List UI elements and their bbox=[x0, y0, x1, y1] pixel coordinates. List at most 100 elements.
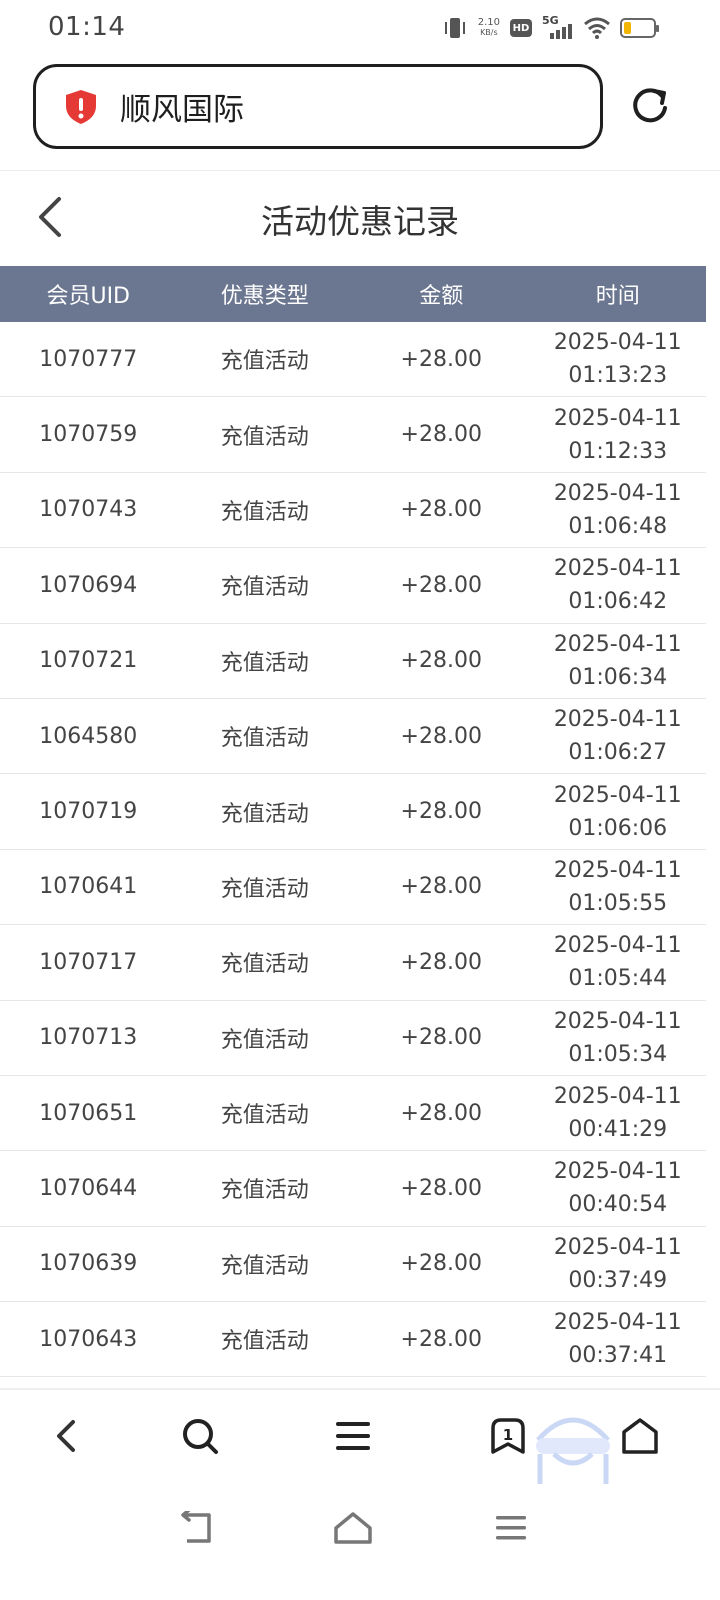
table-row: 1070694 充值活动 +28.00 2025-04-11 01:06:42 bbox=[0, 548, 707, 624]
uid-cell: 1070721 bbox=[39, 648, 138, 674]
status-time: 01:14 bbox=[48, 12, 126, 42]
table-header: 会员UID 优惠类型 金额 时间 bbox=[0, 266, 706, 322]
type-cell: 充值活动 bbox=[220, 349, 309, 375]
time-cell: 2025-04-11 00:37:49 bbox=[530, 1231, 707, 1297]
column-header-type: 优惠类型 bbox=[220, 284, 309, 309]
address-bar[interactable]: 顺风国际 bbox=[33, 64, 603, 149]
address-text: 顺风国际 bbox=[120, 92, 244, 128]
reload-icon[interactable] bbox=[628, 84, 672, 128]
table-row: 1070651 充值活动 +28.00 2025-04-11 00:41:29 bbox=[0, 1076, 707, 1152]
type-cell: 充值活动 bbox=[220, 1178, 309, 1204]
date-text: 2025-04-11 bbox=[553, 631, 682, 657]
date-text: 2025-04-11 bbox=[553, 707, 682, 733]
system-back-button[interactable] bbox=[172, 1508, 222, 1548]
time-cell: 2025-04-11 01:06:48 bbox=[530, 477, 707, 543]
clock-text: 01:06:42 bbox=[568, 589, 668, 615]
amount-cell: +28.00 bbox=[400, 1326, 482, 1352]
time-cell: 2025-04-11 01:05:44 bbox=[530, 929, 707, 995]
date-text: 2025-04-11 bbox=[553, 1084, 682, 1110]
uid-cell: 1070713 bbox=[39, 1025, 138, 1051]
clock-text: 00:41:29 bbox=[568, 1117, 668, 1143]
table-row: 1070777 充值活动 +28.00 2025-04-11 01:13:23 bbox=[0, 322, 707, 398]
system-recents-button[interactable] bbox=[486, 1508, 536, 1548]
amount-cell: +28.00 bbox=[400, 1251, 482, 1277]
return-icon bbox=[181, 1511, 211, 1543]
type-cell: 充值活动 bbox=[220, 876, 309, 902]
type-cell: 充值活动 bbox=[220, 1027, 309, 1053]
time-cell: 2025-04-11 01:05:34 bbox=[530, 1005, 707, 1071]
time-cell: 2025-04-11 01:06:06 bbox=[530, 779, 707, 845]
clock-text: 01:06:34 bbox=[568, 664, 668, 690]
clock-text: 01:12:33 bbox=[568, 438, 668, 464]
column-header-amount: 金额 bbox=[419, 284, 464, 309]
table-row: 1070639 充值活动 +28.00 2025-04-11 00:37:49 bbox=[0, 1227, 707, 1303]
search-icon bbox=[183, 1419, 218, 1454]
page-header: 活动优惠记录 bbox=[0, 171, 720, 266]
column-header-time: 时间 bbox=[595, 284, 640, 309]
table-row: 1070719 充值活动 +28.00 2025-04-11 01:06:06 bbox=[0, 774, 707, 850]
date-text: 2025-04-11 bbox=[553, 405, 682, 431]
amount-cell: +28.00 bbox=[400, 1025, 482, 1051]
net-speed-unit: KB/s bbox=[480, 28, 498, 37]
date-text: 2025-04-11 bbox=[553, 330, 682, 356]
amount-cell: +28.00 bbox=[400, 723, 482, 749]
clock-text: 01:13:23 bbox=[568, 363, 668, 389]
system-home-button[interactable] bbox=[328, 1508, 378, 1548]
amount-cell: +28.00 bbox=[400, 949, 482, 975]
amount-cell: +28.00 bbox=[400, 648, 482, 674]
status-bar: 01:14 2.10 KB/s HD 5G bbox=[0, 0, 720, 56]
table-row: 1070717 充值活动 +28.00 2025-04-11 01:05:44 bbox=[0, 925, 707, 1001]
type-cell: 充值活动 bbox=[220, 424, 309, 450]
amount-cell: +28.00 bbox=[400, 422, 482, 448]
table-row: 1070713 充值活动 +28.00 2025-04-11 01:05:34 bbox=[0, 1001, 706, 1076]
clock-text: 01:05:34 bbox=[568, 1041, 668, 1067]
clock-text: 01:06:48 bbox=[568, 513, 668, 539]
menu-button[interactable] bbox=[325, 1408, 381, 1464]
type-cell: 充值活动 bbox=[220, 1103, 309, 1129]
uid-cell: 1064580 bbox=[39, 723, 138, 749]
type-cell: 充值活动 bbox=[220, 801, 309, 827]
amount-cell: +28.00 bbox=[400, 1175, 482, 1201]
table-row: 1070721 充值活动 +28.00 2025-04-11 01:06:34 bbox=[0, 624, 706, 699]
table-row: 1070759 充值活动 +28.00 2025-04-11 01:12:33 bbox=[0, 397, 706, 473]
time-cell: 2025-04-11 01:06:42 bbox=[530, 552, 707, 618]
time-cell: 2025-04-11 00:41:29 bbox=[530, 1080, 707, 1146]
mascot-icon bbox=[536, 1417, 610, 1484]
date-text: 2025-04-11 bbox=[553, 782, 682, 808]
uid-cell: 1070639 bbox=[39, 1251, 138, 1277]
net-speed-value: 2.10 bbox=[477, 17, 500, 28]
table-row: 1070643 充值活动 +28.00 2025-04-11 00:37:41 bbox=[0, 1302, 706, 1378]
page-title: 活动优惠记录 bbox=[261, 202, 459, 241]
time-cell: 2025-04-11 01:13:23 bbox=[530, 326, 707, 392]
date-text: 2025-04-11 bbox=[553, 1234, 682, 1260]
amount-cell: +28.00 bbox=[400, 874, 482, 900]
table-row: 1070641 充值活动 +28.00 2025-04-11 01:05:55 bbox=[0, 850, 707, 926]
type-cell: 充值活动 bbox=[220, 952, 309, 978]
signal-icon bbox=[550, 24, 572, 39]
time-cell: 2025-04-11 01:06:34 bbox=[530, 628, 707, 694]
date-text: 2025-04-11 bbox=[553, 556, 682, 582]
amount-cell: +28.00 bbox=[400, 1100, 482, 1126]
amount-cell: +28.00 bbox=[400, 497, 482, 523]
back-icon bbox=[57, 1420, 75, 1452]
type-cell: 充值活动 bbox=[220, 726, 309, 752]
type-cell: 充值活动 bbox=[220, 575, 309, 601]
net-speed: 2.10 KB/s bbox=[478, 18, 500, 38]
uid-cell: 1070759 bbox=[39, 422, 138, 448]
date-text: 2025-04-11 bbox=[553, 480, 682, 506]
time-cell: 2025-04-11 01:06:27 bbox=[530, 703, 707, 769]
browser-home-button[interactable] bbox=[612, 1408, 668, 1464]
type-cell: 充值活动 bbox=[220, 499, 309, 525]
type-cell: 充值活动 bbox=[220, 1329, 309, 1355]
search-button[interactable] bbox=[172, 1408, 228, 1464]
uid-cell: 1070717 bbox=[39, 949, 138, 975]
recents-icon bbox=[496, 1516, 526, 1540]
shield-warning-icon bbox=[66, 89, 96, 124]
time-cell: 2025-04-11 01:05:55 bbox=[530, 854, 707, 920]
date-text: 2025-04-11 bbox=[553, 1310, 682, 1336]
vibrate-icon bbox=[444, 18, 465, 38]
browser-back-button[interactable] bbox=[38, 1408, 94, 1464]
home-icon bbox=[334, 1512, 372, 1544]
uid-cell: 1070777 bbox=[39, 346, 138, 372]
home-icon bbox=[622, 1418, 658, 1454]
